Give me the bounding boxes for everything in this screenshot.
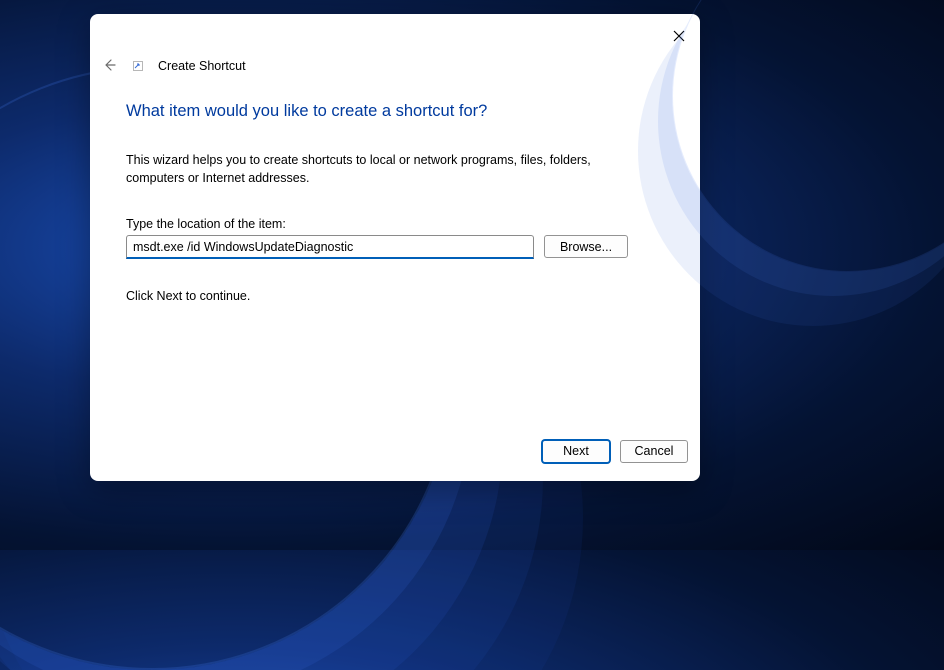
cancel-button[interactable]: Cancel	[620, 440, 688, 463]
close-icon	[673, 30, 685, 45]
dialog-footer: Next Cancel	[90, 433, 700, 481]
dialog-header: Create Shortcut	[90, 52, 700, 80]
main-heading: What item would you like to create a sho…	[126, 102, 664, 121]
input-row: Browse...	[126, 235, 664, 259]
back-button[interactable]	[100, 57, 118, 75]
dialog-content: What item would you like to create a sho…	[90, 80, 700, 433]
description-text: This wizard helps you to create shortcut…	[126, 151, 646, 187]
close-button[interactable]	[668, 26, 690, 48]
dialog-title: Create Shortcut	[158, 59, 246, 73]
next-button[interactable]: Next	[542, 440, 610, 463]
location-input[interactable]	[126, 235, 534, 259]
location-input-label: Type the location of the item:	[126, 217, 664, 231]
create-shortcut-dialog: Create Shortcut What item would you like…	[90, 14, 700, 481]
browse-button[interactable]: Browse...	[544, 235, 628, 258]
back-arrow-icon	[102, 58, 116, 75]
continue-text: Click Next to continue.	[126, 289, 664, 303]
shortcut-icon	[132, 60, 144, 72]
dialog-titlebar	[90, 14, 700, 52]
